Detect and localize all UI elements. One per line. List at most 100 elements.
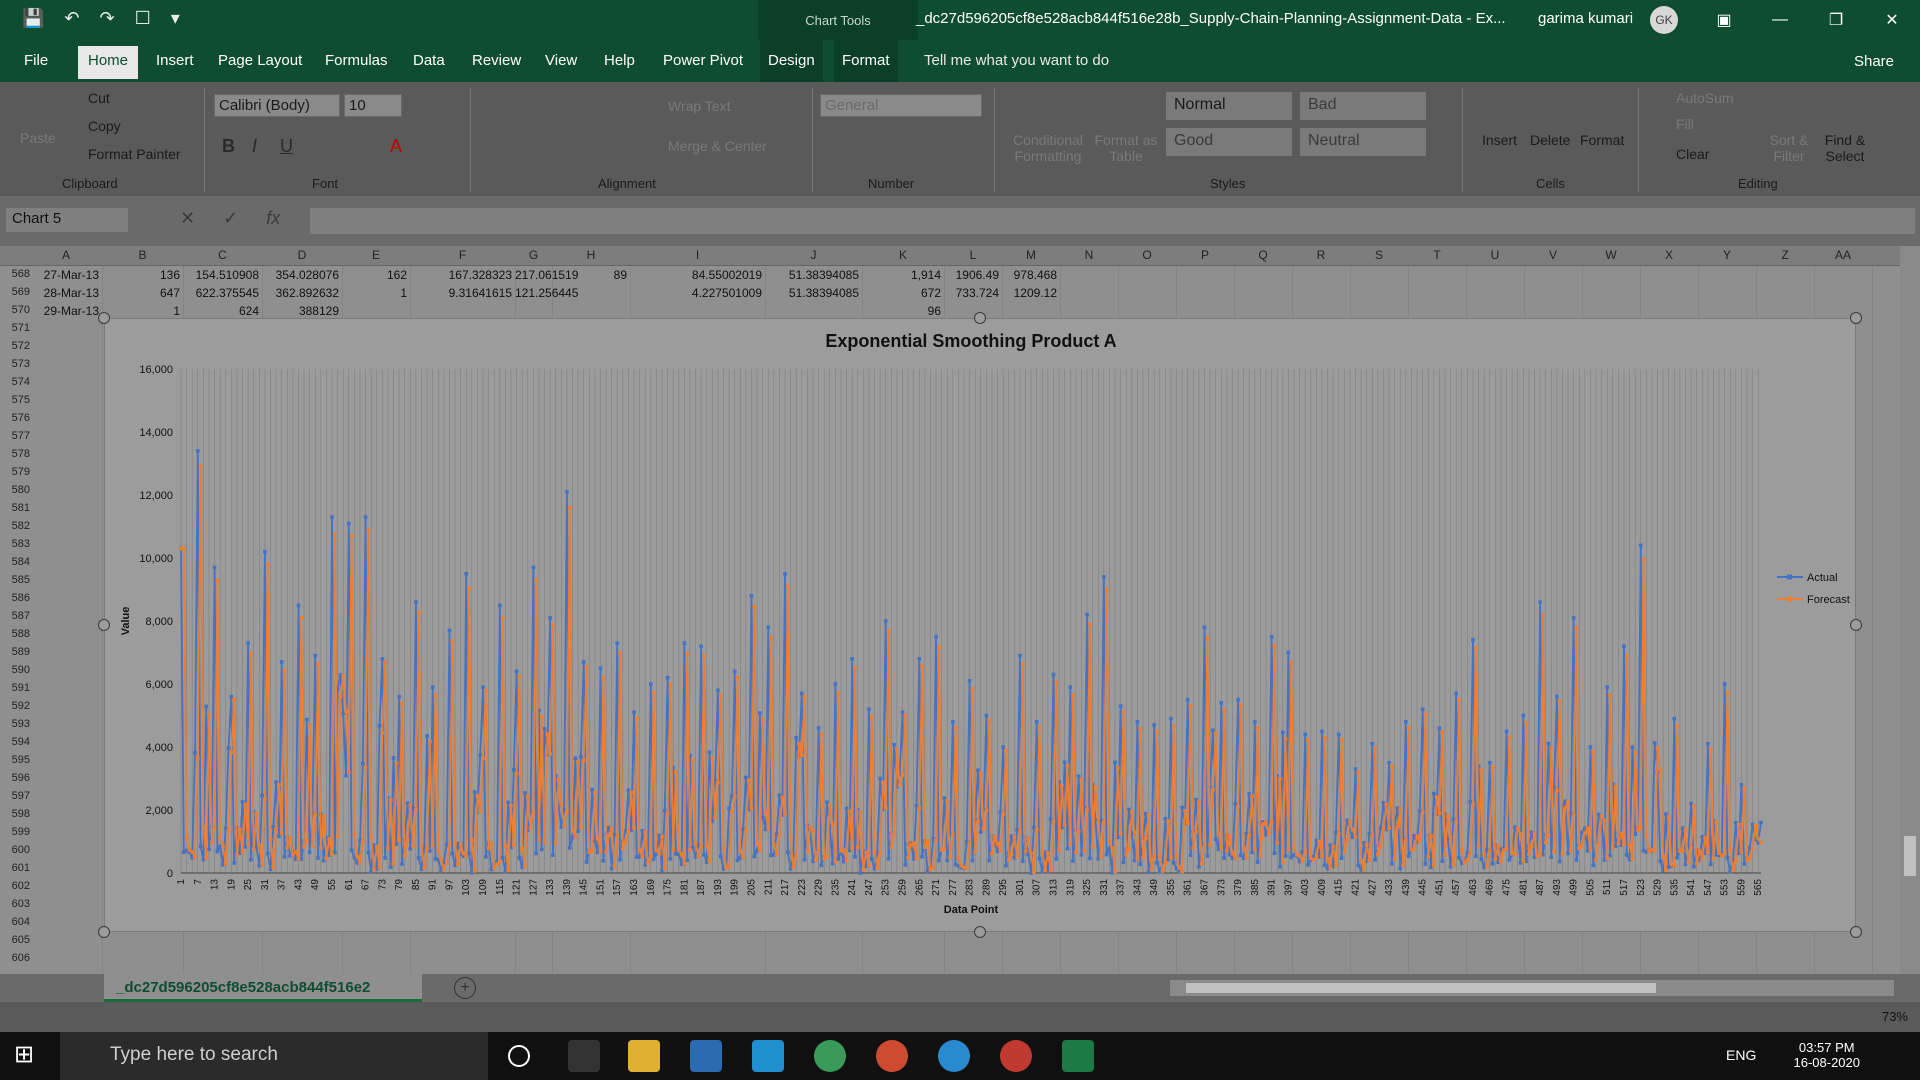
cell[interactable]: 388129 xyxy=(262,304,339,318)
column-header[interactable]: S xyxy=(1350,248,1408,262)
cell[interactable]: 1 xyxy=(102,304,180,318)
column-header[interactable]: H xyxy=(552,248,630,262)
row-header[interactable]: 572 xyxy=(0,340,30,352)
row-header[interactable]: 586 xyxy=(0,592,30,604)
resize-handle[interactable] xyxy=(1850,312,1862,324)
resize-handle[interactable] xyxy=(974,926,986,938)
column-header[interactable]: W xyxy=(1582,248,1640,262)
customize-icon[interactable]: ▾ xyxy=(171,8,180,29)
row-header[interactable]: 574 xyxy=(0,376,30,388)
column-header[interactable]: Z xyxy=(1756,248,1814,262)
scroll-thumb[interactable] xyxy=(1904,836,1916,876)
row-header[interactable]: 571 xyxy=(0,322,30,334)
column-header[interactable]: N xyxy=(1060,248,1118,262)
tab-data[interactable]: Data xyxy=(413,52,445,69)
save-icon[interactable]: 💾 xyxy=(22,8,44,29)
cell[interactable]: 622.375545 xyxy=(183,286,259,300)
add-sheet-button[interactable]: + xyxy=(454,977,476,999)
style-good[interactable]: Good xyxy=(1166,128,1292,156)
chart-object[interactable]: Exponential Smoothing Product A 0 2,000 4,0… xyxy=(104,318,1856,932)
windows-start-icon[interactable]: ⊞ xyxy=(14,1040,46,1072)
row-header[interactable]: 591 xyxy=(0,682,30,694)
cancel-icon[interactable]: ✕ xyxy=(180,208,195,229)
chrome-profile-icon[interactable] xyxy=(1000,1040,1032,1072)
column-header[interactable]: O xyxy=(1118,248,1176,262)
row-header[interactable]: 583 xyxy=(0,538,30,550)
cell[interactable]: 136 xyxy=(102,268,180,282)
horizontal-scrollbar[interactable] xyxy=(1170,980,1894,996)
column-header[interactable]: C xyxy=(183,248,262,262)
tab-file[interactable]: File xyxy=(24,52,48,69)
taskbar-search[interactable]: Type here to search xyxy=(60,1032,488,1080)
cell[interactable]: 84.55002019 xyxy=(630,268,762,282)
cell[interactable]: 624 xyxy=(183,304,259,318)
cortana-icon[interactable] xyxy=(508,1045,530,1067)
redo-icon[interactable]: ↷ xyxy=(100,8,115,29)
column-header[interactable]: R xyxy=(1292,248,1350,262)
row-header[interactable]: 599 xyxy=(0,826,30,838)
app-icon[interactable] xyxy=(814,1040,846,1072)
cell[interactable]: 28-Mar-13 xyxy=(30,286,99,300)
column-header[interactable]: F xyxy=(410,248,515,262)
row-header[interactable]: 573 xyxy=(0,358,30,370)
row-header[interactable]: 589 xyxy=(0,646,30,658)
tab-insert[interactable]: Insert xyxy=(156,52,194,69)
row-header[interactable]: 587 xyxy=(0,610,30,622)
tab-design[interactable]: Design xyxy=(760,40,823,82)
cell[interactable]: 167.328323 xyxy=(410,268,512,282)
excel-icon[interactable] xyxy=(1062,1040,1094,1072)
row-header[interactable]: 598 xyxy=(0,808,30,820)
formula-input[interactable] xyxy=(310,208,1915,234)
row-header[interactable]: 594 xyxy=(0,736,30,748)
restore-icon[interactable]: ❐ xyxy=(1808,0,1864,40)
cell[interactable]: 1,914 xyxy=(862,268,941,282)
tab-formulas[interactable]: Formulas xyxy=(325,52,388,69)
column-header[interactable]: J xyxy=(765,248,862,262)
cell[interactable]: 647 xyxy=(102,286,180,300)
column-header[interactable]: X xyxy=(1640,248,1698,262)
row-header[interactable]: 602 xyxy=(0,880,30,892)
whatsapp-icon[interactable] xyxy=(752,1040,784,1072)
row-header[interactable]: 582 xyxy=(0,520,30,532)
column-header[interactable]: G xyxy=(515,248,552,262)
cell[interactable]: 672 xyxy=(862,286,941,300)
tab-home[interactable]: Home xyxy=(78,46,139,79)
clock[interactable]: 03:57 PM 16-08-2020 xyxy=(1794,1040,1861,1070)
row-header[interactable]: 603 xyxy=(0,898,30,910)
file-explorer-icon[interactable] xyxy=(628,1040,660,1072)
cell[interactable]: 4.227501009 xyxy=(630,286,762,300)
column-header[interactable]: V xyxy=(1524,248,1582,262)
column-header[interactable]: U xyxy=(1466,248,1524,262)
number-format-select[interactable]: General xyxy=(820,94,982,117)
copy-button[interactable]: Copy xyxy=(88,118,121,134)
cell[interactable]: 29-Mar-13 xyxy=(30,304,99,318)
cell[interactable]: 96 xyxy=(862,304,941,318)
resize-handle[interactable] xyxy=(98,926,110,938)
row-header[interactable]: 606 xyxy=(0,952,30,964)
cell[interactable]: 51.38394085 xyxy=(765,268,859,282)
conditional-formatting-button[interactable]: Conditional Formatting xyxy=(1004,132,1092,164)
resize-handle[interactable] xyxy=(974,312,986,324)
bold-icon[interactable]: B xyxy=(222,136,235,157)
italic-icon[interactable]: I xyxy=(252,136,257,157)
column-header[interactable]: Q xyxy=(1234,248,1292,262)
cell[interactable]: 9.31641615 xyxy=(410,286,512,300)
cell[interactable]: 217.061519 xyxy=(515,268,578,282)
wrap-text-button[interactable]: Wrap Text xyxy=(668,98,731,114)
row-header[interactable]: 593 xyxy=(0,718,30,730)
share-button[interactable]: Share xyxy=(1854,53,1894,70)
tab-view[interactable]: View xyxy=(545,52,577,69)
cell[interactable]: 733.724 xyxy=(944,286,999,300)
row-header[interactable]: 600 xyxy=(0,844,30,856)
tell-me-search[interactable]: Tell me what you want to do xyxy=(924,52,1109,69)
paste-button[interactable]: Paste xyxy=(20,130,56,146)
row-header[interactable]: 576 xyxy=(0,412,30,424)
column-header[interactable]: T xyxy=(1408,248,1466,262)
column-header[interactable]: B xyxy=(102,248,183,262)
clear-button[interactable]: Clear xyxy=(1676,146,1709,162)
row-header[interactable]: 590 xyxy=(0,664,30,676)
chrome-icon[interactable] xyxy=(876,1040,908,1072)
column-header[interactable]: E xyxy=(342,248,410,262)
zoom-level[interactable]: 73% xyxy=(1882,1009,1908,1024)
row-header[interactable]: 585 xyxy=(0,574,30,586)
